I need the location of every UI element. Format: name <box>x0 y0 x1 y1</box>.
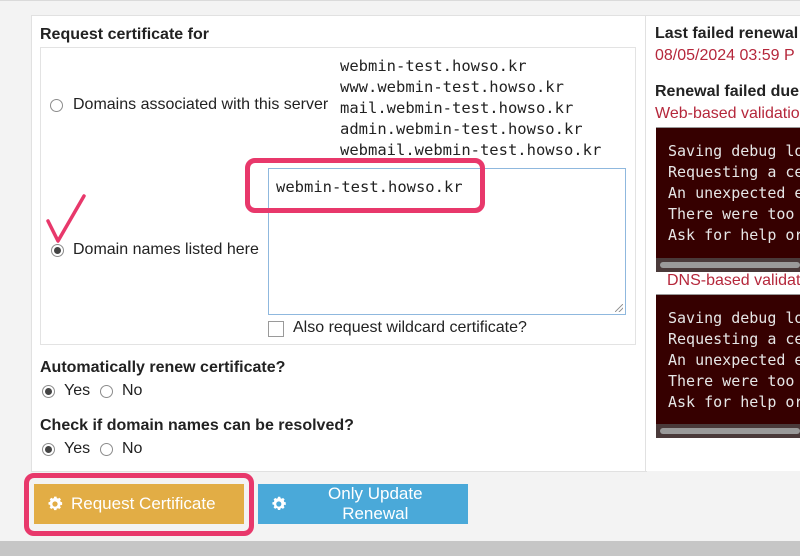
log-line: There were too <box>668 205 795 223</box>
check-resolve-heading: Check if domain names can be resolved? <box>40 417 354 434</box>
radio-domains-server[interactable] <box>50 99 63 112</box>
log-line: Requesting a ce <box>668 163 800 181</box>
radio-listed-domains[interactable] <box>51 244 64 257</box>
radio-domains-server-label: Domains associated with this server <box>73 96 329 113</box>
log-line: Requesting a ce <box>668 330 800 348</box>
check-resolve-no-radio[interactable] <box>100 443 113 456</box>
server-domain-item: www.webmin-test.howso.kr <box>340 78 564 96</box>
update-renewal-label: Only Update Renewal <box>328 484 423 523</box>
auto-renew-no-label: No <box>122 382 143 399</box>
gear-icon <box>272 496 286 511</box>
log-line: An unexpected e <box>668 351 800 369</box>
log-line: Saving debug lo <box>668 142 800 160</box>
renewal-failed-heading: Renewal failed due <box>655 83 800 100</box>
log-line: There were too <box>668 372 795 390</box>
radio-listed-domains-label: Domain names listed here <box>73 241 259 258</box>
resize-grip-icon[interactable] <box>615 304 623 312</box>
web-validation-title: Web-based validatio <box>655 105 800 122</box>
server-domain-item: admin.webmin-test.howso.kr <box>340 120 583 138</box>
last-failed-date: 08/05/2024 03:59 P <box>655 47 795 64</box>
wildcard-label: Also request wildcard certificate? <box>293 319 527 336</box>
check-resolve-yes-radio[interactable] <box>42 443 55 456</box>
checkmark-annotation-icon <box>46 194 86 243</box>
auto-renew-no-radio[interactable] <box>100 385 113 398</box>
auto-renew-heading: Automatically renew certificate? <box>40 359 286 376</box>
log-scrollbar-track <box>656 424 800 438</box>
dns-validation-log: Saving debug lo Requesting a ce An unexp… <box>656 294 800 438</box>
wildcard-checkbox[interactable] <box>268 321 284 337</box>
check-resolve-yes-label: Yes <box>64 440 91 457</box>
button-highlight-annotation <box>24 473 254 536</box>
last-failed-heading: Last failed renewal <box>655 25 799 42</box>
log-line: Ask for help or <box>668 226 800 244</box>
auto-renew-yes-label: Yes <box>64 382 91 399</box>
auto-renew-yes-radio[interactable] <box>42 385 55 398</box>
server-domain-item: mail.webmin-test.howso.kr <box>340 99 574 117</box>
log-line: Ask for help or <box>668 393 800 411</box>
web-validation-log: Saving debug lo Requesting a ce An unexp… <box>656 127 800 272</box>
check-resolve-no-label: No <box>122 440 143 457</box>
log-scrollbar[interactable] <box>660 262 800 268</box>
log-line: Saving debug lo <box>668 309 800 327</box>
page-panel: Request certificate for Domains associat… <box>0 0 800 541</box>
update-renewal-button[interactable]: Only Update Renewal <box>258 484 468 524</box>
domain-highlight-annotation <box>245 158 485 213</box>
log-line: An unexpected e <box>668 184 800 202</box>
log-scrollbar[interactable] <box>660 428 800 434</box>
log-scrollbar-track <box>656 258 800 272</box>
dns-validation-title: DNS-based validati <box>667 272 800 289</box>
server-domain-item: webmin-test.howso.kr <box>340 57 527 75</box>
request-for-heading: Request certificate for <box>40 26 209 43</box>
